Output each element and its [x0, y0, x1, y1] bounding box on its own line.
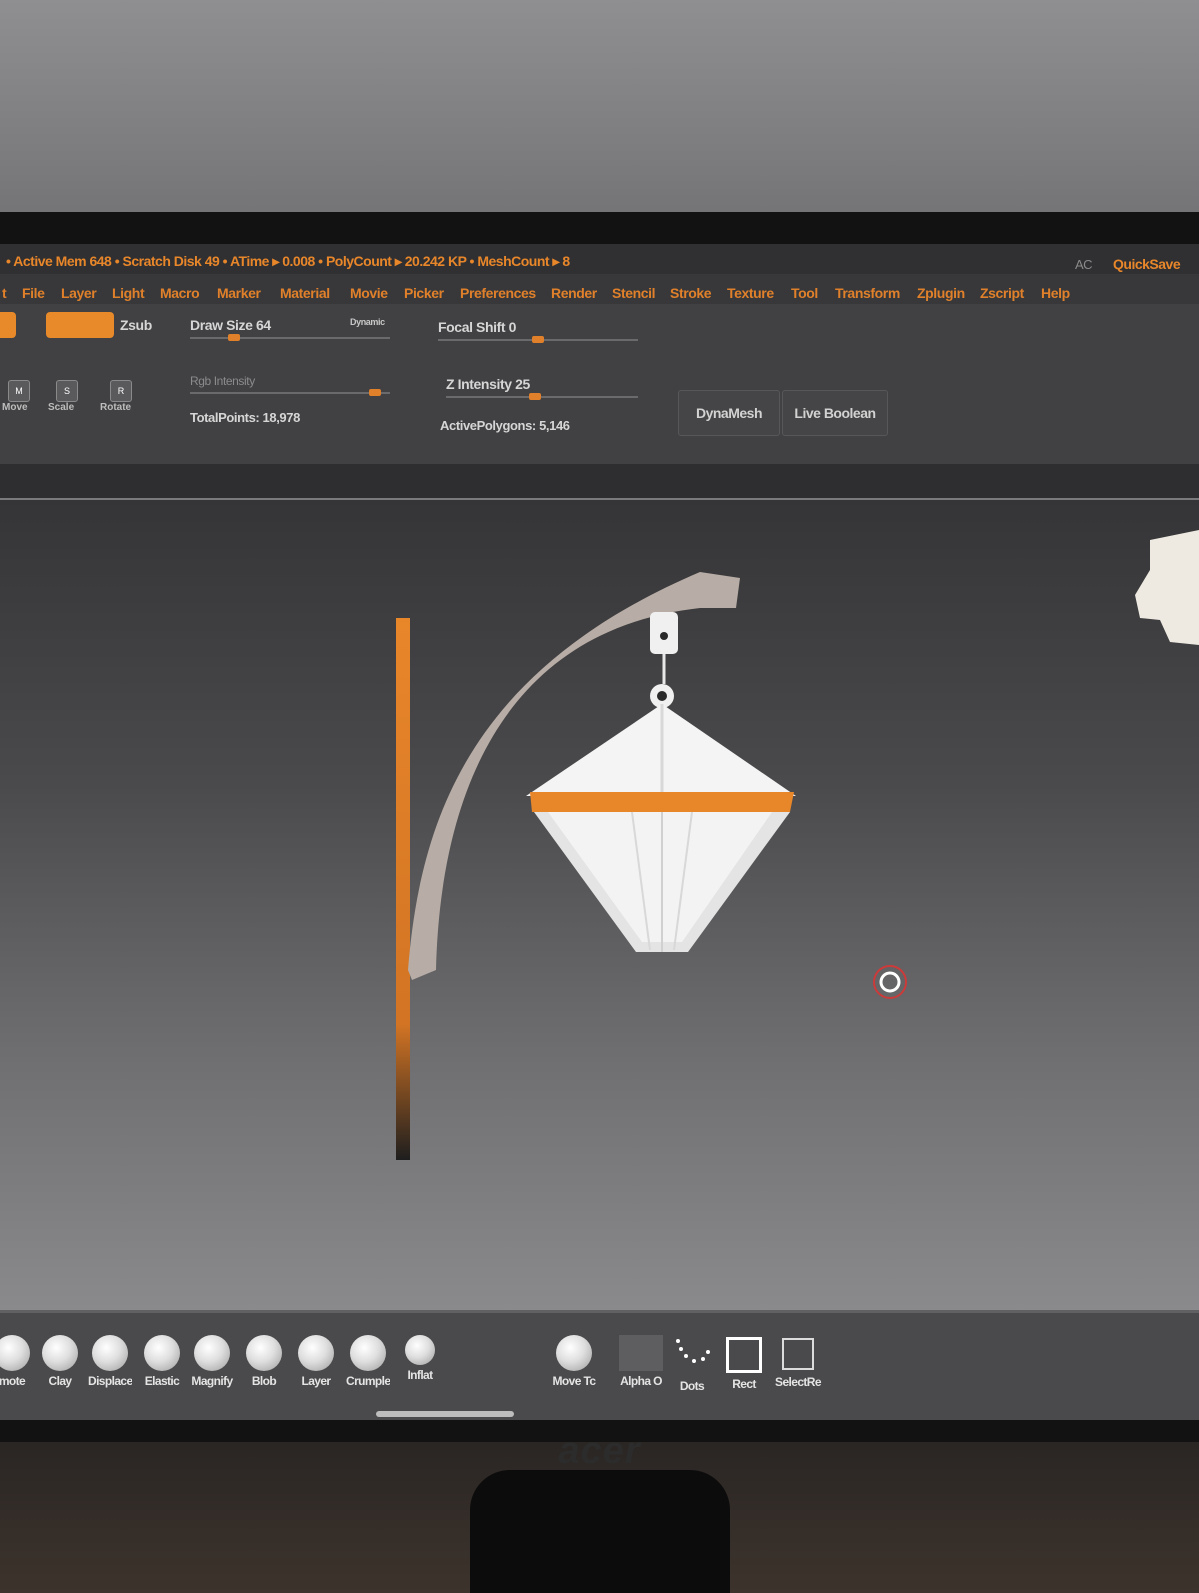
brush-icon — [556, 1335, 592, 1371]
brush-crumple[interactable]: Crumple — [346, 1335, 390, 1388]
brush-mote[interactable]: mote — [0, 1335, 34, 1388]
zadd-button[interactable] — [0, 312, 16, 338]
menu-item-file[interactable]: File — [22, 285, 45, 301]
dynamic-button[interactable]: Dynamic — [350, 317, 385, 327]
lantern-model[interactable] — [0, 500, 1199, 1310]
brush-layer[interactable]: Layer — [294, 1335, 338, 1388]
menu-item-help[interactable]: Help — [1041, 285, 1070, 301]
zbrush-window: • Active Mem 648 • Scratch Disk 49 • ATi… — [0, 244, 1199, 1420]
brush-icon — [0, 1335, 30, 1371]
menu-item-material[interactable]: Material — [280, 285, 330, 301]
rotate-icon[interactable]: R — [110, 380, 132, 402]
total-points-readout: TotalPoints: 18,978 — [190, 410, 300, 425]
top-shelf: Zsub Draw Size 64 Dynamic Focal Shift 0 … — [0, 304, 1199, 467]
brush-elastic[interactable]: Elastic — [140, 1335, 184, 1388]
brush-clay[interactable]: Clay — [38, 1335, 82, 1388]
focal-shift-slider[interactable] — [438, 336, 638, 343]
quicksave-button[interactable]: QuickSave — [1113, 256, 1181, 272]
brush-inflat[interactable]: Inflat — [398, 1335, 442, 1382]
brush-icon — [298, 1335, 334, 1371]
menu-item-macro[interactable]: Macro — [160, 285, 200, 301]
tool-dots[interactable]: Dots — [670, 1335, 714, 1393]
scale-icon[interactable]: S — [56, 380, 78, 402]
rgb-intensity-slider[interactable] — [190, 389, 390, 396]
menu-item-tool[interactable]: Tool — [791, 285, 818, 301]
rgb-intensity-label: Rgb Intensity — [190, 374, 255, 388]
menu-item-layer[interactable]: Layer — [61, 285, 97, 301]
brush-icon — [246, 1335, 282, 1371]
rotate-cursor-icon — [873, 965, 907, 999]
menu-item-zscript[interactable]: Zscript — [980, 285, 1024, 301]
brush-icon — [405, 1335, 435, 1365]
rgb-toggle-button[interactable] — [46, 312, 114, 338]
shelf-scrollbar[interactable] — [376, 1411, 514, 1417]
brush-magnify[interactable]: Magnify — [190, 1335, 234, 1388]
draw-size-slider[interactable] — [190, 334, 390, 341]
z-intensity-label: Z Intensity 25 — [446, 376, 530, 392]
rotate-label: Rotate — [100, 402, 132, 413]
rect-icon — [726, 1337, 762, 1373]
menu-item-light[interactable]: Light — [112, 285, 145, 301]
head-model-partial — [1135, 530, 1199, 645]
scale-label: Scale — [48, 402, 75, 413]
brush-blob[interactable]: Blob — [242, 1335, 286, 1388]
focal-shift-label: Focal Shift 0 — [438, 319, 517, 335]
bottom-shelf: mote Clay Displace Elastic Magnify Blob … — [0, 1310, 1199, 1420]
zsub-button[interactable]: Zsub — [120, 317, 152, 333]
document-canvas[interactable] — [0, 500, 1199, 1310]
brush-icon — [144, 1335, 180, 1371]
menu-item-picker[interactable]: Picker — [404, 285, 444, 301]
brush-icon — [350, 1335, 386, 1371]
z-intensity-slider[interactable] — [446, 393, 638, 400]
menu-bar: t File Layer Light Macro Marker Material… — [0, 274, 1199, 304]
brush-displace[interactable]: Displace — [88, 1335, 132, 1388]
brush-icon — [194, 1335, 230, 1371]
menu-item-t[interactable]: t — [2, 285, 7, 301]
canvas-top-divider — [0, 464, 1199, 500]
z-intensity-knob[interactable] — [529, 393, 541, 400]
tool-rect[interactable]: Rect — [722, 1335, 766, 1391]
tool-alpha-off[interactable]: Alpha O — [616, 1335, 666, 1388]
menu-item-movie[interactable]: Movie — [350, 285, 388, 301]
menu-item-texture[interactable]: Texture — [727, 285, 774, 301]
draw-size-knob[interactable] — [228, 334, 240, 341]
menu-item-preferences[interactable]: Preferences — [460, 285, 536, 301]
dynamesh-button[interactable]: DynaMesh — [678, 390, 780, 436]
monitor-stand — [470, 1470, 730, 1593]
move-icon[interactable]: M — [8, 380, 30, 402]
brush-icon — [92, 1335, 128, 1371]
move-label: Move — [2, 402, 28, 413]
monitor-brand-logo: acer — [558, 1430, 641, 1472]
active-polygons-readout: ActivePolygons: 5,146 — [440, 418, 570, 433]
menu-item-stroke[interactable]: Stroke — [670, 285, 712, 301]
alpha-swatch-icon — [619, 1335, 663, 1371]
ac-label: AC — [1075, 257, 1093, 272]
lantern-band — [530, 792, 794, 812]
select-rect-icon — [782, 1338, 814, 1370]
menu-item-transform[interactable]: Transform — [835, 285, 900, 301]
status-bar: • Active Mem 648 • Scratch Disk 49 • ATi… — [0, 244, 1199, 274]
brush-icon — [42, 1335, 78, 1371]
status-info: • Active Mem 648 • Scratch Disk 49 • ATi… — [6, 253, 570, 269]
dots-icon — [676, 1339, 710, 1363]
menu-item-zplugin[interactable]: Zplugin — [917, 285, 965, 301]
live-boolean-button[interactable]: Live Boolean — [782, 390, 888, 436]
rgb-intensity-knob[interactable] — [369, 389, 381, 396]
tool-move-topological[interactable]: Move Tc — [548, 1335, 600, 1388]
menu-item-marker[interactable]: Marker — [217, 285, 261, 301]
focal-shift-knob[interactable] — [532, 336, 544, 343]
menu-item-stencil[interactable]: Stencil — [612, 285, 656, 301]
menu-item-render[interactable]: Render — [551, 285, 597, 301]
draw-size-label: Draw Size 64 — [190, 317, 271, 333]
tool-selectrect[interactable]: SelectRe — [770, 1335, 826, 1389]
wall-post — [396, 618, 410, 1160]
